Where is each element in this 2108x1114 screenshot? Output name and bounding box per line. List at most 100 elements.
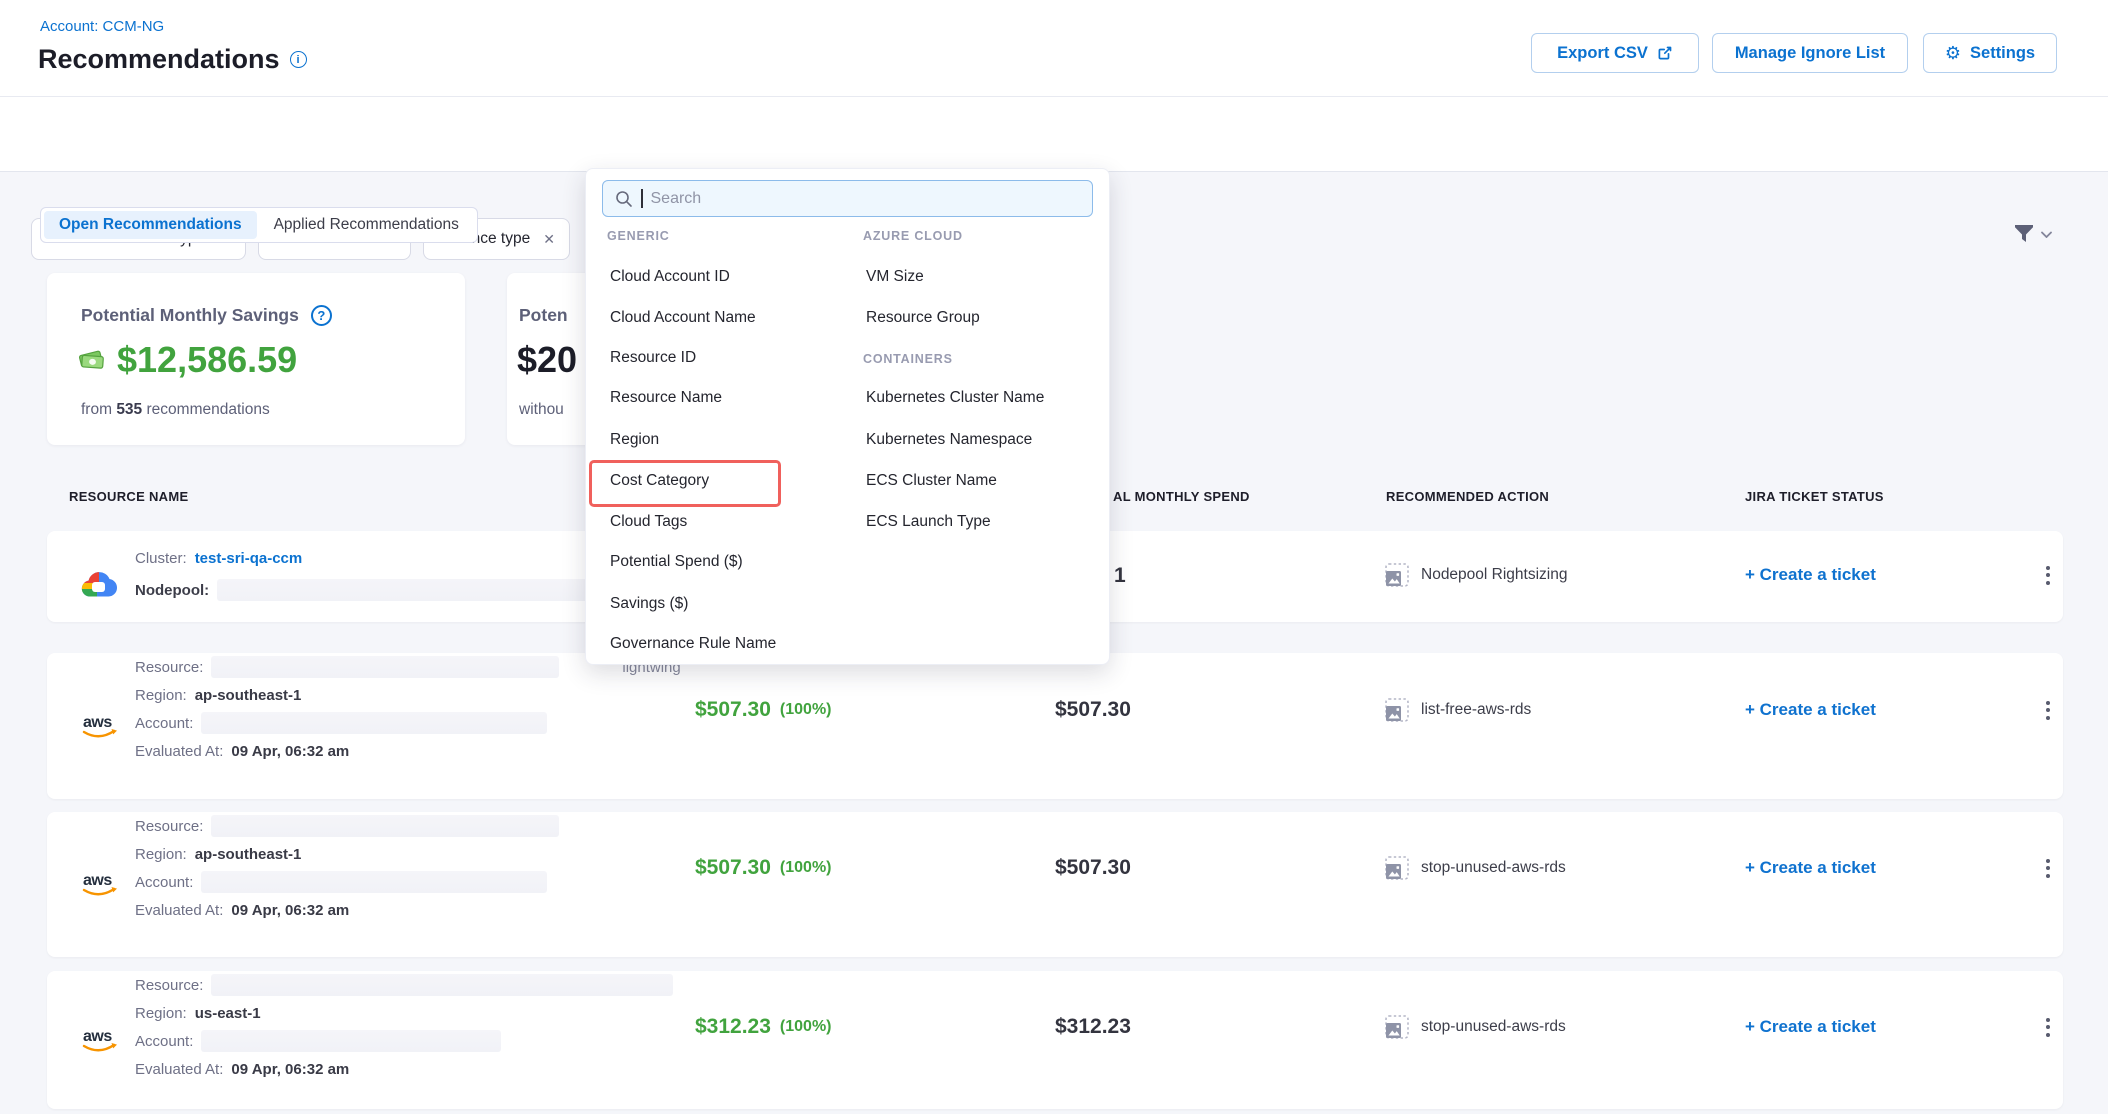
kebab-icon	[2042, 855, 2054, 882]
settings-button[interactable]: ⚙ Settings	[1923, 33, 2057, 73]
region-label: Region:	[135, 1005, 187, 1022]
action-image-icon	[1385, 563, 1409, 587]
filter-option-cloud-account-name[interactable]: Cloud Account Name	[610, 309, 756, 327]
recommendations-tabs: Open Recommendations Applied Recommendat…	[40, 207, 478, 243]
filter-option-resource-name[interactable]: Resource Name	[610, 389, 722, 407]
table-row[interactable]: aws Resource: lightwing Region: ap-south…	[47, 653, 2063, 799]
action-name: list-free-aws-rds	[1421, 701, 1531, 719]
text-cursor	[641, 189, 643, 208]
page-header: Account: CCM-NG Recommendations i Export…	[0, 0, 2108, 97]
row-menu-button[interactable]	[2042, 854, 2054, 882]
section-containers: CONTAINERS	[863, 352, 953, 366]
tab-applied-recommendations[interactable]: Applied Recommendations	[259, 211, 474, 239]
redacted-value	[201, 871, 547, 893]
filter-option-governance-rule-name[interactable]: Governance Rule Name	[610, 635, 776, 653]
region-value: ap-southeast-1	[195, 687, 302, 704]
resource-details: Resource: lightwing Region: ap-southeast…	[135, 653, 681, 765]
table-row[interactable]: aws Resource: Region: ap-southeast-1 Acc…	[47, 812, 2063, 957]
action-image-icon	[1385, 856, 1409, 880]
evaluated-at-value: 09 Apr, 06:32 am	[231, 743, 349, 760]
filter-funnel-button[interactable]	[2012, 223, 2052, 245]
savings-percentage: (100%)	[780, 859, 832, 877]
filter-option-savings[interactable]: Savings ($)	[610, 595, 688, 613]
create-ticket-link[interactable]: + Create a ticket	[1745, 854, 1876, 882]
spend-card-sub-partial: withou	[519, 401, 564, 418]
funnel-icon	[2012, 223, 2036, 245]
column-header-jira-ticket-status: JIRA TICKET STATUS	[1745, 489, 1884, 504]
filter-option-kubernetes-cluster-name[interactable]: Kubernetes Cluster Name	[866, 389, 1044, 407]
filter-option-ecs-launch-type[interactable]: ECS Launch Type	[866, 513, 991, 531]
filter-option-potential-spend[interactable]: Potential Spend ($)	[610, 553, 743, 571]
recommended-action: stop-unused-aws-rds	[1385, 854, 1566, 882]
redacted-value	[201, 712, 547, 734]
filter-option-vm-size[interactable]: VM Size	[866, 268, 924, 286]
region-value: ap-southeast-1	[195, 846, 302, 863]
redacted-value	[211, 974, 673, 996]
search-input[interactable]	[602, 180, 1093, 217]
evaluated-at-label: Evaluated At:	[135, 902, 223, 919]
row-menu-button[interactable]	[2042, 696, 2054, 724]
breadcrumb[interactable]: Account: CCM-NG	[40, 18, 164, 35]
manage-ignore-list-button[interactable]: Manage Ignore List	[1712, 33, 1908, 73]
create-ticket-link[interactable]: + Create a ticket	[1745, 1013, 1876, 1041]
create-ticket-link[interactable]: + Create a ticket	[1745, 561, 1876, 589]
column-header-recommended-action: RECOMMENDED ACTION	[1386, 489, 1549, 504]
account-label: Account:	[135, 715, 193, 732]
filter-bar: Recommendation Type Cloud Provider Insta…	[0, 97, 2108, 172]
search-field[interactable]	[651, 190, 1071, 208]
filter-option-cloud-account-id[interactable]: Cloud Account ID	[610, 268, 730, 286]
resource-details: Resource: Region: us-east-1 Account: Eva…	[135, 971, 673, 1083]
table-row[interactable]: aws Resource: Region: us-east-1 Account:…	[47, 971, 2063, 1109]
potential-savings-value: $312.23(100%)	[695, 1013, 832, 1041]
row-menu-button[interactable]	[2042, 561, 2054, 589]
potential-monthly-savings-card: Potential Monthly Savings ? $12,586.59 f…	[47, 273, 465, 445]
settings-label: Settings	[1970, 44, 2035, 63]
svg-text:aws: aws	[83, 714, 112, 731]
filter-option-cost-category[interactable]: Cost Category	[610, 472, 709, 490]
action-image-icon	[1385, 698, 1409, 722]
evaluated-at-value: 09 Apr, 06:32 am	[231, 1061, 349, 1078]
nodepool-label: Nodepool:	[135, 582, 209, 599]
filter-option-region[interactable]: Region	[610, 431, 659, 449]
filter-option-cloud-tags[interactable]: Cloud Tags	[610, 513, 687, 531]
section-azure-cloud: AZURE CLOUD	[863, 229, 963, 243]
redacted-value	[211, 815, 559, 837]
external-link-icon	[1657, 45, 1673, 61]
money-icon	[77, 346, 109, 374]
export-csv-button[interactable]: Export CSV	[1531, 33, 1699, 73]
action-image-icon	[1385, 1015, 1409, 1039]
savings-percentage: (100%)	[780, 1018, 832, 1036]
region-label: Region:	[135, 687, 187, 704]
savings-card-label: Potential Monthly Savings	[81, 305, 299, 326]
redacted-value	[201, 1030, 501, 1052]
total-monthly-spend-value: $507.30	[1055, 696, 1131, 724]
savings-percentage: (100%)	[780, 701, 832, 719]
chevron-down-icon	[2041, 231, 2052, 238]
close-icon[interactable]: ✕	[543, 231, 555, 248]
resource-details: Resource: Region: ap-southeast-1 Account…	[135, 812, 559, 924]
recommended-action: stop-unused-aws-rds	[1385, 1013, 1566, 1041]
filter-option-kubernetes-namespace[interactable]: Kubernetes Namespace	[866, 431, 1032, 449]
cluster-link[interactable]: test-sri-qa-ccm	[195, 550, 303, 567]
info-icon[interactable]: i	[290, 51, 307, 68]
row-menu-button[interactable]	[2042, 1013, 2054, 1041]
help-icon[interactable]: ?	[311, 305, 332, 326]
potential-savings-value: $507.30(100%)	[695, 696, 832, 724]
tab-open-recommendations[interactable]: Open Recommendations	[44, 211, 257, 239]
gear-icon: ⚙	[1945, 43, 1961, 64]
create-ticket-link[interactable]: + Create a ticket	[1745, 696, 1876, 724]
section-generic: GENERIC	[607, 229, 670, 243]
aws-logo-icon: aws	[77, 869, 123, 899]
spend-card-label-partial: Poten	[519, 305, 568, 326]
resource-label: Resource:	[135, 977, 203, 994]
resource-label: Resource:	[135, 818, 203, 835]
page-title: Recommendations i	[38, 44, 307, 75]
kebab-icon	[2042, 562, 2054, 589]
kebab-icon	[2042, 1014, 2054, 1041]
redacted-value	[217, 579, 613, 601]
savings-sub-prefix: from	[81, 401, 112, 418]
filter-option-resource-group[interactable]: Resource Group	[866, 309, 980, 327]
filter-option-ecs-cluster-name[interactable]: ECS Cluster Name	[866, 472, 997, 490]
account-label: Account:	[135, 874, 193, 891]
filter-option-resource-id[interactable]: Resource ID	[610, 349, 696, 367]
